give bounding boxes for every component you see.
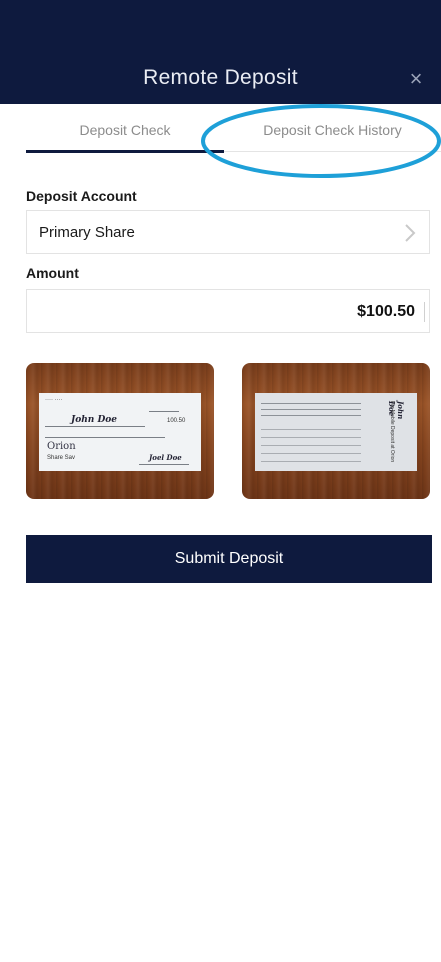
text-cursor (424, 302, 425, 322)
check-signature: Joel Doe (149, 453, 182, 462)
amount-value: $100.50 (357, 303, 415, 320)
check-amount-box: 100.50 (167, 418, 186, 424)
check-back-note: For Mobile Deposit at Orion (389, 401, 395, 463)
active-tab-indicator (26, 150, 224, 153)
check-payee: John Doe (71, 415, 118, 425)
tab-bar: Deposit Check Deposit Check History (0, 104, 441, 156)
tab-divider (224, 151, 441, 152)
amount-field[interactable]: $100.50 (26, 289, 430, 333)
check-front-paper: ···· ···· John Doe 100.50 Orion Share Sa… (39, 393, 201, 471)
close-icon[interactable]: × (403, 66, 429, 92)
check-front-image[interactable]: ···· ···· John Doe 100.50 Orion Share Sa… (26, 363, 214, 499)
check-bank-logo: Orion (47, 441, 76, 452)
chevron-right-icon (405, 224, 416, 242)
check-back-paper: John Doe For Mobile Deposit at Orion (255, 393, 417, 471)
amount-label: Amount (26, 265, 79, 281)
tab-deposit-check[interactable]: Deposit Check (26, 104, 224, 156)
check-memo: Share Sav (47, 455, 76, 461)
deposit-account-value: Primary Share (39, 224, 135, 241)
app-header: Remote Deposit × (0, 0, 441, 104)
check-back-image[interactable]: John Doe For Mobile Deposit at Orion (242, 363, 430, 499)
deposit-account-label: Deposit Account (26, 188, 137, 204)
deposit-account-select[interactable]: Primary Share (26, 210, 430, 254)
tab-deposit-check-history[interactable]: Deposit Check History (224, 104, 441, 156)
submit-deposit-button[interactable]: Submit Deposit (26, 535, 432, 583)
page-title: Remote Deposit (143, 66, 298, 89)
